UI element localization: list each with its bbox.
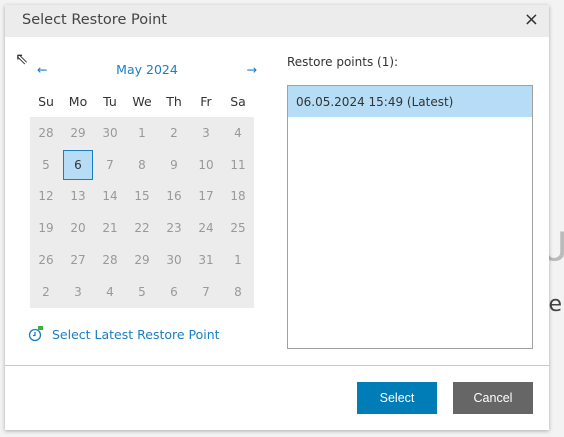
calendar-day[interactable]: 25 bbox=[222, 212, 254, 244]
calendar-day[interactable]: 28 bbox=[94, 244, 126, 276]
calendar-header: ← May 2024 → bbox=[35, 62, 259, 78]
calendar-day[interactable]: 5 bbox=[126, 276, 158, 308]
weekday-label: Sa bbox=[230, 94, 246, 109]
calendar-day[interactable]: 8 bbox=[222, 276, 254, 308]
select-button[interactable]: Select bbox=[357, 382, 437, 414]
calendar-day[interactable]: 14 bbox=[94, 181, 126, 213]
calendar-day[interactable]: 24 bbox=[190, 212, 222, 244]
calendar-day[interactable]: 6 bbox=[158, 276, 190, 308]
weekday-label: Mo bbox=[68, 94, 88, 109]
calendar-day[interactable]: 12 bbox=[30, 181, 62, 213]
calendar-day[interactable]: 29 bbox=[62, 117, 94, 149]
calendar-day[interactable]: 7 bbox=[190, 276, 222, 308]
calendar-day[interactable]: 31 bbox=[190, 244, 222, 276]
calendar-day[interactable]: 5 bbox=[30, 149, 62, 181]
footer-divider bbox=[5, 365, 549, 366]
dialog-title: Select Restore Point bbox=[22, 12, 167, 28]
weekday-label: Th bbox=[166, 94, 182, 109]
calendar-day[interactable]: 8 bbox=[126, 149, 158, 181]
calendar-day[interactable]: 4 bbox=[222, 117, 254, 149]
calendar-day[interactable]: 4 bbox=[94, 276, 126, 308]
weekday-label: Tu bbox=[103, 94, 117, 109]
calendar-day[interactable]: 10 bbox=[190, 149, 222, 181]
calendar-day[interactable]: 9 bbox=[158, 149, 190, 181]
weekday-label: We bbox=[132, 94, 152, 109]
calendar-day[interactable]: 16 bbox=[158, 181, 190, 213]
calendar-day-selected[interactable]: 6 bbox=[63, 149, 93, 180]
close-icon[interactable]: × bbox=[524, 9, 539, 30]
calendar-day[interactable]: 21 bbox=[94, 212, 126, 244]
calendar-day[interactable]: 26 bbox=[30, 244, 62, 276]
calendar-day[interactable]: 2 bbox=[158, 117, 190, 149]
title-bar: Select Restore Point × bbox=[5, 5, 549, 37]
calendar-day[interactable]: 30 bbox=[158, 244, 190, 276]
calendar-day[interactable]: 28 bbox=[30, 117, 62, 149]
weekday-header: Su Mo Tu We Th Fr Sa bbox=[30, 94, 254, 109]
calendar-day[interactable]: 1 bbox=[126, 117, 158, 149]
select-restore-point-dialog: Select Restore Point × ⇖ ← May 2024 → Su… bbox=[5, 5, 549, 430]
calendar-day[interactable]: 1 bbox=[222, 244, 254, 276]
weekday-label: Su bbox=[38, 94, 54, 109]
calendar-day[interactable]: 13 bbox=[62, 181, 94, 213]
restore-points-list[interactable]: 06.05.2024 15:49 (Latest) bbox=[287, 85, 533, 349]
calendar-day[interactable]: 7 bbox=[94, 149, 126, 181]
clock-flag-icon bbox=[28, 326, 43, 342]
calendar-day[interactable]: 18 bbox=[222, 181, 254, 213]
mouse-cursor-icon: ⇖ bbox=[15, 49, 29, 68]
calendar-day[interactable]: 15 bbox=[126, 181, 158, 213]
calendar-day[interactable]: 20 bbox=[62, 212, 94, 244]
calendar-day[interactable]: 3 bbox=[62, 276, 94, 308]
calendar-day[interactable]: 19 bbox=[30, 212, 62, 244]
calendar-day[interactable]: 2 bbox=[30, 276, 62, 308]
calendar-grid: 28 29 30 1 2 3 4 5 6 7 8 9 10 11 12 13 14 15 16 17 18 19 20 21 2… bbox=[30, 117, 254, 308]
calendar-day[interactable]: 17 bbox=[190, 181, 222, 213]
restore-point-item[interactable]: 06.05.2024 15:49 (Latest) bbox=[288, 86, 532, 117]
calendar-day[interactable]: 27 bbox=[62, 244, 94, 276]
calendar-day[interactable]: 11 bbox=[222, 149, 254, 181]
calendar-day[interactable]: 22 bbox=[126, 212, 158, 244]
latest-link-label: Select Latest Restore Point bbox=[52, 326, 220, 342]
calendar-day[interactable]: 29 bbox=[126, 244, 158, 276]
cancel-button[interactable]: Cancel bbox=[453, 382, 533, 414]
month-label: May 2024 bbox=[116, 62, 178, 77]
select-latest-restore-point-link[interactable]: Select Latest Restore Point bbox=[28, 326, 220, 342]
calendar-day[interactable]: 23 bbox=[158, 212, 190, 244]
weekday-label: Fr bbox=[200, 94, 212, 109]
calendar-day[interactable]: 3 bbox=[190, 117, 222, 149]
next-month-arrow-icon[interactable]: → bbox=[247, 62, 257, 77]
calendar-day[interactable]: 30 bbox=[94, 117, 126, 149]
restore-points-label: Restore points (1): bbox=[287, 55, 399, 69]
